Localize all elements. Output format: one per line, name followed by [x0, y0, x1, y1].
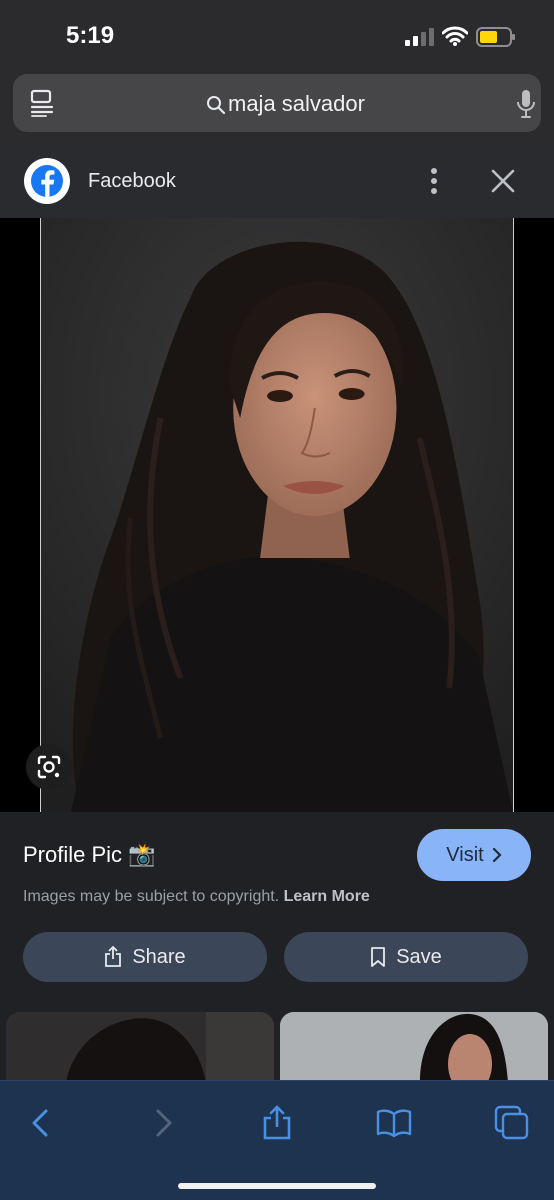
bookmark-icon	[371, 947, 386, 967]
visit-label: Visit	[446, 843, 484, 866]
search-bar[interactable]: maja salvador	[13, 74, 541, 132]
share-button[interactable]: Share	[23, 932, 267, 982]
book-icon[interactable]	[376, 1105, 412, 1141]
reader-icon[interactable]	[30, 89, 56, 117]
share-icon[interactable]	[259, 1105, 295, 1141]
close-icon[interactable]	[490, 168, 516, 194]
share-icon	[105, 946, 122, 967]
preview-image[interactable]	[40, 218, 514, 812]
lens-button[interactable]	[26, 744, 72, 790]
browser-toolbar	[0, 1080, 554, 1200]
search-icon	[207, 96, 226, 115]
battery-icon	[476, 27, 515, 47]
address-bar-area: maja salvador	[0, 70, 554, 146]
related-image	[6, 1012, 274, 1082]
back-icon[interactable]	[24, 1105, 60, 1141]
cellular-signal-icon	[405, 28, 434, 46]
save-button[interactable]: Save	[284, 932, 528, 982]
share-label: Share	[132, 945, 186, 968]
facebook-logo-icon[interactable]	[24, 158, 70, 204]
result-title: Profile Pic 📸	[23, 842, 156, 867]
lens-icon	[37, 755, 61, 779]
related-image-thumbnail[interactable]	[6, 1012, 274, 1082]
more-vert-icon[interactable]	[425, 167, 443, 195]
result-info-panel: Profile Pic 📸 Visit Images may be subjec…	[0, 812, 554, 1012]
related-image	[280, 1012, 548, 1082]
image-preview	[0, 218, 554, 812]
tabs-icon[interactable]	[494, 1105, 530, 1141]
portrait-photo	[41, 218, 513, 812]
copyright-notice: Images may be subject to copyright. Lear…	[23, 888, 370, 906]
wifi-icon	[442, 26, 468, 46]
mic-icon[interactable]	[516, 89, 536, 119]
chevron-right-icon	[492, 848, 502, 862]
status-time: 5:19	[66, 22, 115, 49]
learn-more-link[interactable]: Learn More	[284, 888, 370, 905]
source-name[interactable]: Facebook	[88, 170, 176, 193]
status-bar: 5:19	[0, 0, 554, 70]
visit-button[interactable]: Visit	[417, 829, 531, 881]
copyright-text: Images may be subject to copyright.	[23, 888, 280, 905]
home-indicator[interactable]	[178, 1183, 376, 1189]
forward-icon[interactable]	[144, 1105, 180, 1141]
related-image-thumbnail[interactable]	[280, 1012, 548, 1082]
source-header: Facebook	[0, 146, 554, 218]
search-query[interactable]: maja salvador	[228, 91, 365, 117]
save-label: Save	[396, 945, 442, 968]
